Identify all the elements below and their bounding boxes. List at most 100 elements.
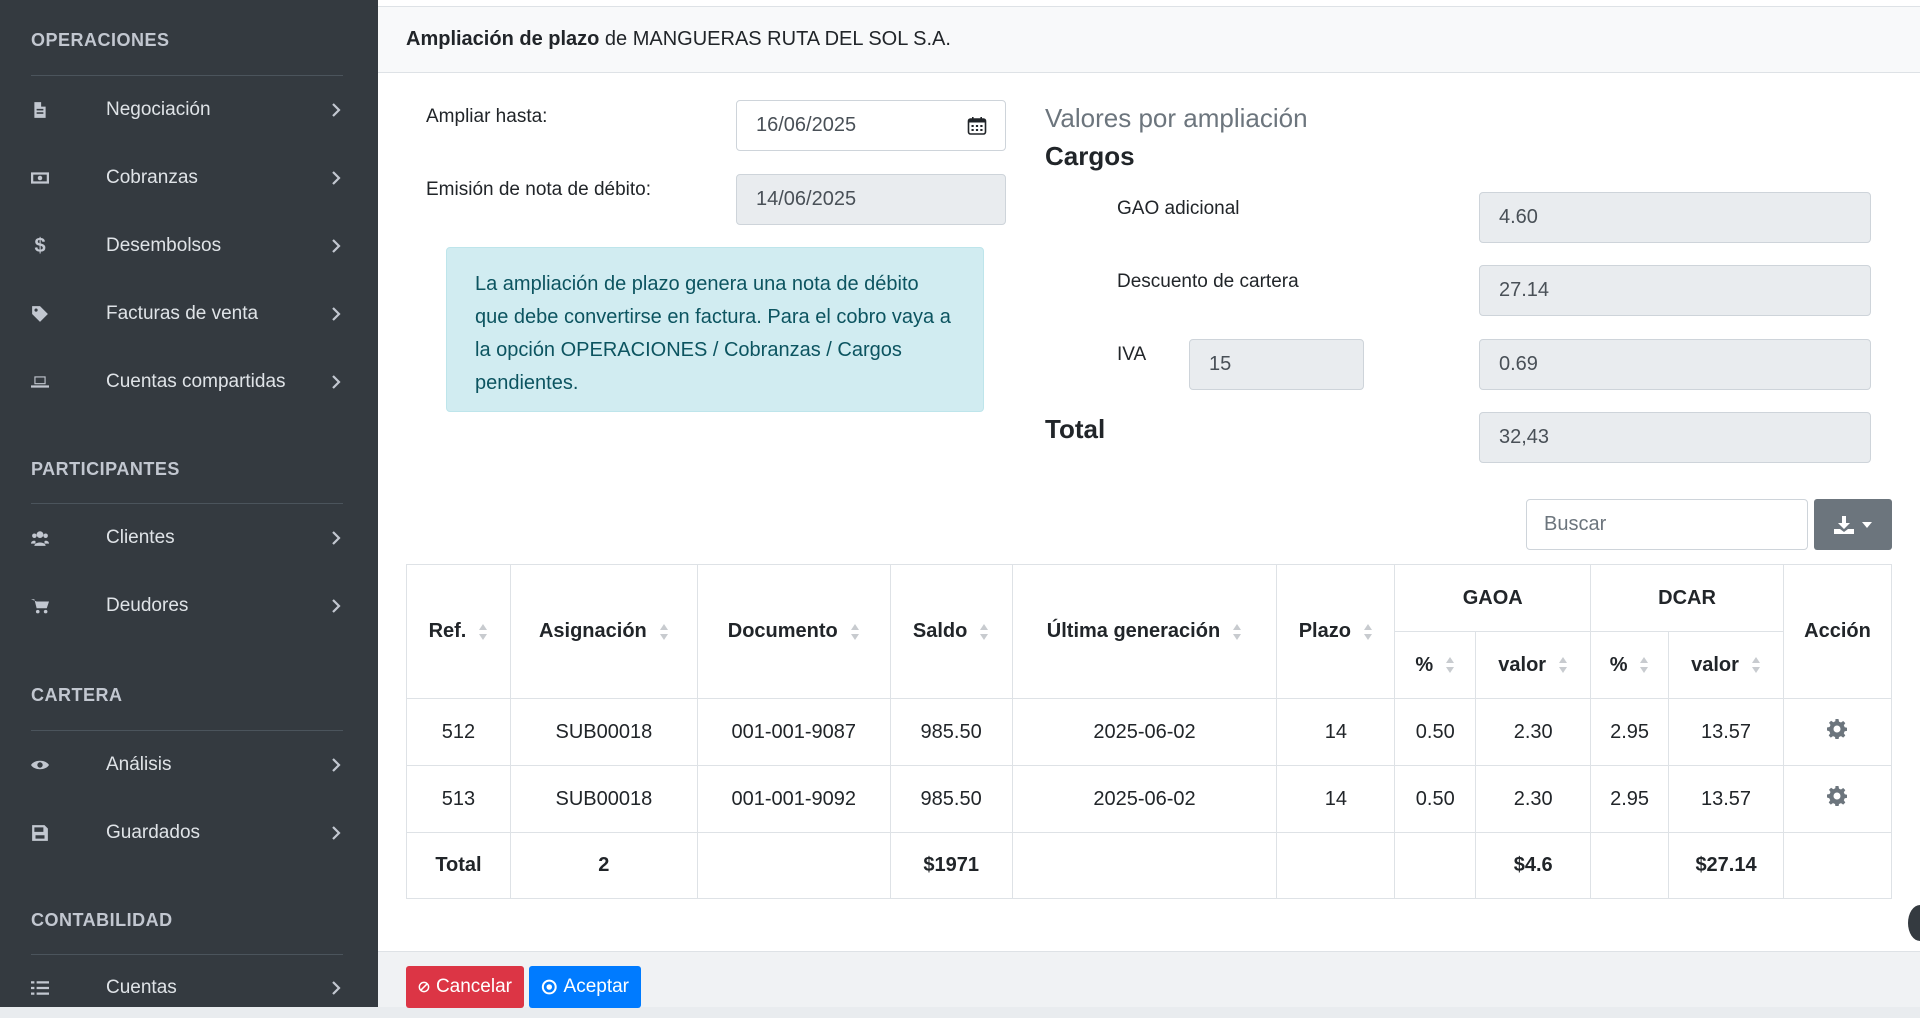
sidebar-item-deudores[interactable]: Deudores [0,576,378,636]
list-icon [30,978,50,998]
sidebar-item-label: Cobranzas [106,167,198,188]
cancel-label: Cancelar [435,976,512,997]
accept-button[interactable]: Aceptar [529,966,641,1008]
cell-dcar-pct: 2.95 [1590,765,1670,833]
export-dropdown-button[interactable] [1814,499,1892,550]
caret-down-icon [1862,521,1872,528]
sidebar-item-clientes[interactable]: Clientes [0,508,378,568]
emision-date-field: 14/06/2025 [736,174,1006,225]
gear-icon[interactable] [1827,786,1848,811]
row-action-cell [1782,765,1893,833]
sort-icon [659,622,669,642]
total-dcar-cell: $27.14 [1668,832,1784,899]
page-title-client: de MANGUERAS RUTA DEL SOL S.A. [599,28,951,50]
sort-icon [850,622,860,642]
total-value: 32,43 [1499,426,1550,448]
divider [31,954,343,955]
cell-gaoa-valor: 2.30 [1475,698,1592,766]
ampliar-date-value: 16/06/2025 [756,114,857,136]
cell-dcar-pct: 2.95 [1590,698,1670,766]
cell-plazo: 14 [1276,698,1396,766]
empty-cell [696,832,891,899]
descuento-value: 27.14 [1499,279,1550,301]
sidebar-item-guardados[interactable]: Guardados [0,803,378,863]
col-header-gaoa-valor[interactable]: valor [1475,631,1592,699]
page-title: Ampliación de plazo de MANGUERAS RUTA DE… [406,28,951,51]
col-header-dcar-valor[interactable]: valor [1668,631,1784,699]
sidebar-item-label: Guardados [106,822,201,843]
cell-documento: 001-001-9087 [696,698,891,766]
gear-icon[interactable] [1827,719,1848,744]
chevron-right-icon [330,171,344,185]
sidebar-item-label: Clientes [106,527,175,548]
chevron-right-icon [330,826,344,840]
col-header-asignacion[interactable]: Asignación [509,564,698,699]
col-header-plazo[interactable]: Plazo [1276,564,1396,699]
cell-ref: 513 [406,765,511,833]
total-saldo-cell: $1971 [889,832,1013,899]
main-content: Ampliación de plazo de MANGUERAS RUTA DE… [378,0,1920,1008]
laptop-icon [30,372,50,392]
eye-icon [30,755,50,775]
sidebar-item-cobranzas[interactable]: Cobranzas [0,148,378,208]
card-header: Ampliación de plazo de MANGUERAS RUTA DE… [378,6,1920,73]
sidebar-item-desembolsos[interactable]: $ Desembolsos [0,216,378,276]
iva-value: 0.69 [1499,353,1538,375]
col-header-accion: Acción [1782,564,1893,699]
empty-cell [1782,832,1893,899]
file-icon [30,100,50,120]
col-header-saldo[interactable]: Saldo [889,564,1013,699]
table-totals-row: Total 2 $1971 $4.6 $27.14 [406,832,1893,899]
row-action-cell [1782,698,1893,766]
sidebar-item-negociacion[interactable]: Negociación [0,80,378,140]
sidebar-item-analisis[interactable]: Análisis [0,735,378,795]
search-input[interactable]: Buscar [1526,499,1808,550]
ampliar-date-input[interactable]: 16/06/2025 [736,100,1006,151]
cell-ultima: 2025-06-02 [1011,765,1278,833]
sort-icon [1751,655,1761,675]
cell-saldo: 985.50 [889,698,1013,766]
card-footer: Cancelar Aceptar [378,951,1920,1008]
empty-cell [1276,832,1396,899]
sort-icon [1363,622,1373,642]
dollar-icon: $ [34,234,46,257]
cell-gaoa-valor: 2.30 [1475,765,1592,833]
divider [31,730,343,731]
ampliar-label: Ampliar hasta: [426,106,548,127]
col-header-gaoa-pct[interactable]: % [1394,631,1477,699]
sidebar-item-facturas[interactable]: Facturas de venta [0,284,378,344]
accept-label: Aceptar [563,976,629,997]
sort-icon [1639,655,1649,675]
descuento-label: Descuento de cartera [1117,271,1299,292]
chevron-right-icon [330,758,344,772]
col-header-ref[interactable]: Ref. [406,564,511,699]
gao-value: 4.60 [1499,206,1538,228]
gao-value-field: 4.60 [1479,192,1871,243]
sidebar-item-cuentas[interactable]: Cuentas [0,958,378,1018]
users-icon [30,528,50,548]
col-header-documento[interactable]: Documento [696,564,891,699]
sort-icon [1558,655,1568,675]
sidebar-item-label: Negociación [106,99,211,120]
col-header-ultima[interactable]: Última generación [1011,564,1278,699]
calendar-icon[interactable] [967,116,987,136]
total-heading: Total [1045,414,1106,444]
divider [31,503,343,504]
sidebar-item-label: Facturas de venta [106,303,259,324]
cancel-button[interactable]: Cancelar [406,966,524,1008]
iva-rate: 15 [1209,353,1232,375]
sidebar-item-label: Cuentas [106,977,177,998]
chevron-right-icon [330,981,344,995]
sidebar-item-cuentas-compartidas[interactable]: Cuentas compartidas [0,352,378,412]
empty-cell [1590,832,1670,899]
section-title-contabilidad: CONTABILIDAD [31,910,173,930]
col-header-dcar: DCAR [1590,564,1784,632]
sidebar-item-label: Cuentas compartidas [106,371,286,392]
table-row: 512 SUB00018 001-001-9087 985.50 2025-06… [406,698,1893,766]
cell-documento: 001-001-9092 [696,765,891,833]
chevron-right-icon [330,375,344,389]
descuento-value-field: 27.14 [1479,265,1871,316]
sort-icon [478,622,488,642]
col-header-dcar-pct[interactable]: % [1590,631,1670,699]
total-label-cell: Total [406,832,511,899]
